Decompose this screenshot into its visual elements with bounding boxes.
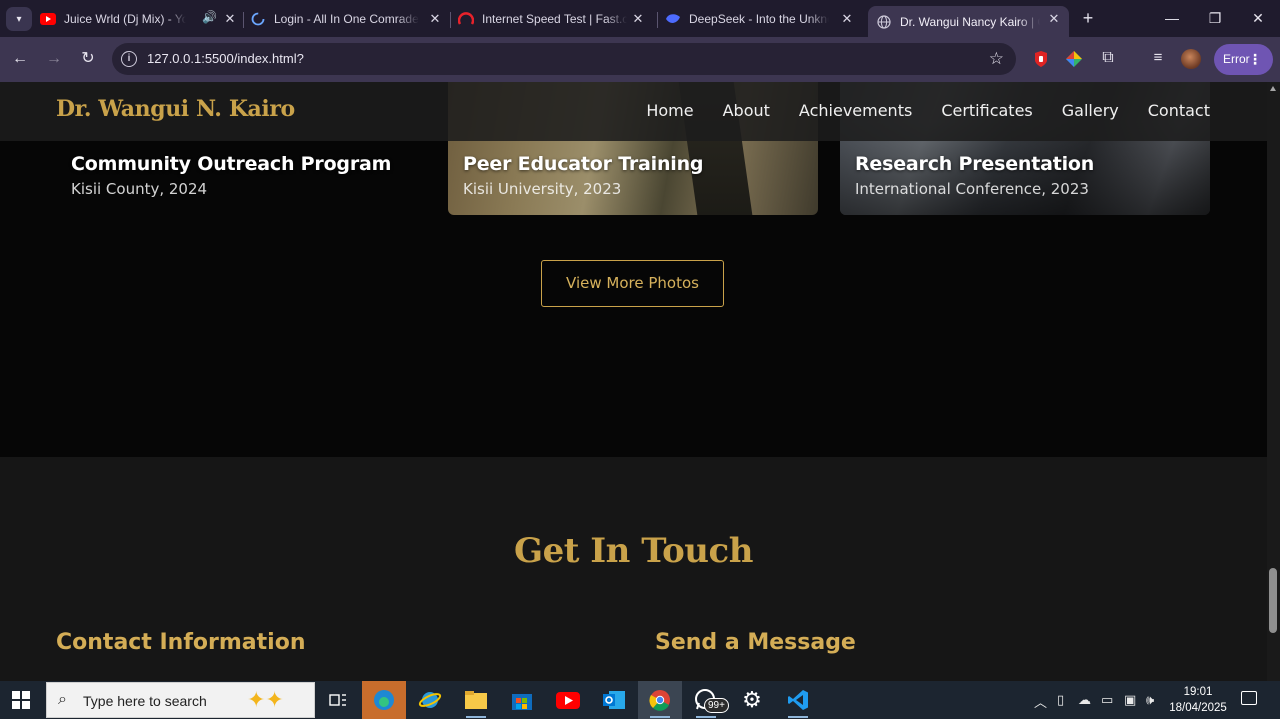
nav-link-contact[interactable]: Contact bbox=[1148, 101, 1210, 120]
site-info-icon[interactable]: i bbox=[121, 51, 137, 67]
search-placeholder: Type here to search bbox=[83, 693, 207, 709]
color-extension-icon[interactable] bbox=[1064, 49, 1084, 69]
extensions-puzzle-icon[interactable]: ⧉ bbox=[1098, 49, 1118, 69]
tab-deepseek[interactable]: DeepSeek - Into the Unknow ✕ bbox=[665, 6, 862, 32]
close-tab-icon[interactable]: ✕ bbox=[838, 10, 856, 28]
taskbar-clock[interactable]: 19:01 18/04/2025 bbox=[1166, 684, 1230, 716]
gallery-card-subtitle: International Conference, 2023 bbox=[855, 180, 1089, 198]
search-icon: ⌕ bbox=[58, 691, 67, 708]
browser-toolbar: ← → ↻ i 127.0.0.1:5500/index.html? ☆ ⧉ ≡… bbox=[0, 37, 1280, 82]
tab-active-kairo[interactable]: Dr. Wangui Nancy Kairo | Co ✕ bbox=[868, 6, 1069, 37]
close-tab-icon[interactable]: ✕ bbox=[1045, 10, 1063, 28]
show-hidden-icons-chevron-icon[interactable]: ︿ bbox=[1034, 692, 1047, 711]
view-more-photos-button[interactable]: View More Photos bbox=[541, 260, 724, 307]
chrome-icon[interactable] bbox=[638, 681, 682, 719]
onedrive-cloud-icon[interactable]: ☁ bbox=[1078, 692, 1091, 708]
error-label: Error bbox=[1223, 52, 1250, 66]
device-icon[interactable]: ▯ bbox=[1057, 692, 1064, 708]
contact-information-heading: Contact Information bbox=[56, 630, 306, 655]
edge-icon[interactable] bbox=[362, 681, 406, 719]
gallery-card-title: Peer Educator Training bbox=[463, 153, 704, 175]
taskbar-search-box[interactable]: ⌕ Type here to search ✦✦ bbox=[46, 682, 315, 718]
nav-link-certificates[interactable]: Certificates bbox=[941, 101, 1032, 120]
sparkle-icon: ✦✦ bbox=[247, 687, 284, 712]
notification-center-icon[interactable] bbox=[1241, 691, 1257, 705]
close-tab-icon[interactable]: ✕ bbox=[221, 10, 239, 28]
tab-title: Internet Speed Test | Fast.co bbox=[482, 12, 627, 26]
url-text[interactable]: 127.0.0.1:5500/index.html? bbox=[147, 51, 304, 66]
file-explorer-icon[interactable] bbox=[454, 681, 498, 719]
avatar[interactable] bbox=[1181, 49, 1201, 69]
send-message-heading: Send a Message bbox=[655, 630, 856, 655]
tab-strip: ▾ Juice Wrld (Dj Mix) - You 🔊 ✕ Login - … bbox=[0, 0, 1280, 37]
gallery-card-subtitle: Kisii County, 2024 bbox=[71, 180, 208, 198]
windows-start-icon[interactable] bbox=[12, 691, 30, 709]
whatsapp-icon[interactable]: 99+ bbox=[684, 681, 729, 719]
adblock-extension-icon[interactable] bbox=[1031, 49, 1051, 69]
contact-section: Get In Touch Contact Information Send a … bbox=[0, 457, 1267, 681]
tab-search-button[interactable]: ▾ bbox=[6, 7, 32, 31]
outlook-icon[interactable] bbox=[592, 681, 636, 719]
address-bar[interactable]: i 127.0.0.1:5500/index.html? ☆ bbox=[112, 43, 1016, 75]
media-control-icon[interactable]: ≡ bbox=[1148, 49, 1168, 69]
tab-title: Dr. Wangui Nancy Kairo | Co bbox=[900, 14, 1040, 29]
more-menu-icon[interactable]: ⋮ bbox=[1248, 44, 1262, 75]
nav-link-gallery[interactable]: Gallery bbox=[1062, 101, 1119, 120]
close-tab-icon[interactable]: ✕ bbox=[426, 10, 444, 28]
network-icon[interactable]: ▣ bbox=[1124, 692, 1136, 708]
page-scrollbar[interactable] bbox=[1267, 82, 1280, 681]
scroll-up-arrow-icon[interactable] bbox=[1270, 86, 1276, 91]
nav-link-achievements[interactable]: Achievements bbox=[799, 101, 912, 120]
tab-title: Juice Wrld (Dj Mix) - You bbox=[64, 12, 186, 26]
tab-title: Login - All In One Comrade bbox=[274, 12, 419, 26]
notification-badge: 99+ bbox=[704, 698, 729, 713]
new-tab-button[interactable]: + bbox=[1078, 8, 1098, 28]
gallery-card-title: Community Outreach Program bbox=[71, 153, 392, 175]
nav-link-about[interactable]: About bbox=[723, 101, 770, 120]
youtube-icon bbox=[40, 11, 56, 27]
volume-icon[interactable]: 🕪 bbox=[1146, 692, 1154, 708]
scroll-thumb[interactable] bbox=[1269, 568, 1277, 633]
minimize-icon[interactable]: — bbox=[1150, 8, 1194, 28]
error-profile-button[interactable]: Error ⋮ bbox=[1214, 44, 1273, 75]
site-navbar: Dr. Wangui N. Kairo Home About Achieveme… bbox=[0, 82, 1267, 141]
vscode-icon[interactable] bbox=[776, 681, 820, 719]
page-viewport: Community Outreach Program Kisii County,… bbox=[0, 82, 1267, 681]
back-icon[interactable]: ← bbox=[9, 48, 31, 70]
tab-login[interactable]: Login - All In One Comrade ✕ bbox=[250, 6, 450, 32]
forward-icon[interactable]: → bbox=[43, 48, 65, 70]
tab-title: DeepSeek - Into the Unknow bbox=[689, 12, 829, 26]
close-window-icon[interactable]: ✕ bbox=[1236, 8, 1280, 28]
nav-link-home[interactable]: Home bbox=[646, 101, 693, 120]
maximize-icon[interactable]: ❐ bbox=[1193, 8, 1237, 28]
section-title: Get In Touch bbox=[514, 531, 753, 571]
battery-icon[interactable]: ▭ bbox=[1101, 692, 1113, 708]
gallery-card-title: Research Presentation bbox=[855, 153, 1095, 175]
speaker-icon[interactable]: 🔊 bbox=[202, 10, 217, 24]
deepseek-icon bbox=[665, 11, 681, 27]
clock-time: 19:01 bbox=[1183, 686, 1213, 698]
task-view-icon[interactable] bbox=[316, 681, 360, 719]
loading-icon bbox=[250, 11, 266, 27]
clock-date: 18/04/2025 bbox=[1169, 702, 1227, 714]
gallery-card-subtitle: Kisii University, 2023 bbox=[463, 180, 622, 198]
close-tab-icon[interactable]: ✕ bbox=[629, 10, 647, 28]
windows-taskbar: ⌕ Type here to search ✦✦ 99+ ⚙ ︿ ▯ ☁ ▭ ▣… bbox=[0, 681, 1280, 719]
fast-icon bbox=[458, 11, 474, 27]
site-brand-logo[interactable]: Dr. Wangui N. Kairo bbox=[56, 96, 295, 122]
youtube-app-icon[interactable] bbox=[546, 681, 590, 719]
nav-links: Home About Achievements Certificates Gal… bbox=[646, 101, 1210, 120]
globe-icon bbox=[876, 14, 892, 30]
settings-gear-icon[interactable]: ⚙ bbox=[730, 681, 774, 719]
tab-fast[interactable]: Internet Speed Test | Fast.co ✕ bbox=[458, 6, 653, 32]
reload-icon[interactable]: ↻ bbox=[77, 48, 99, 70]
ie-icon[interactable] bbox=[408, 681, 452, 719]
tab-youtube[interactable]: Juice Wrld (Dj Mix) - You 🔊 ✕ bbox=[40, 6, 245, 32]
bookmark-star-icon[interactable]: ☆ bbox=[989, 49, 1004, 69]
microsoft-store-icon[interactable] bbox=[500, 681, 544, 719]
